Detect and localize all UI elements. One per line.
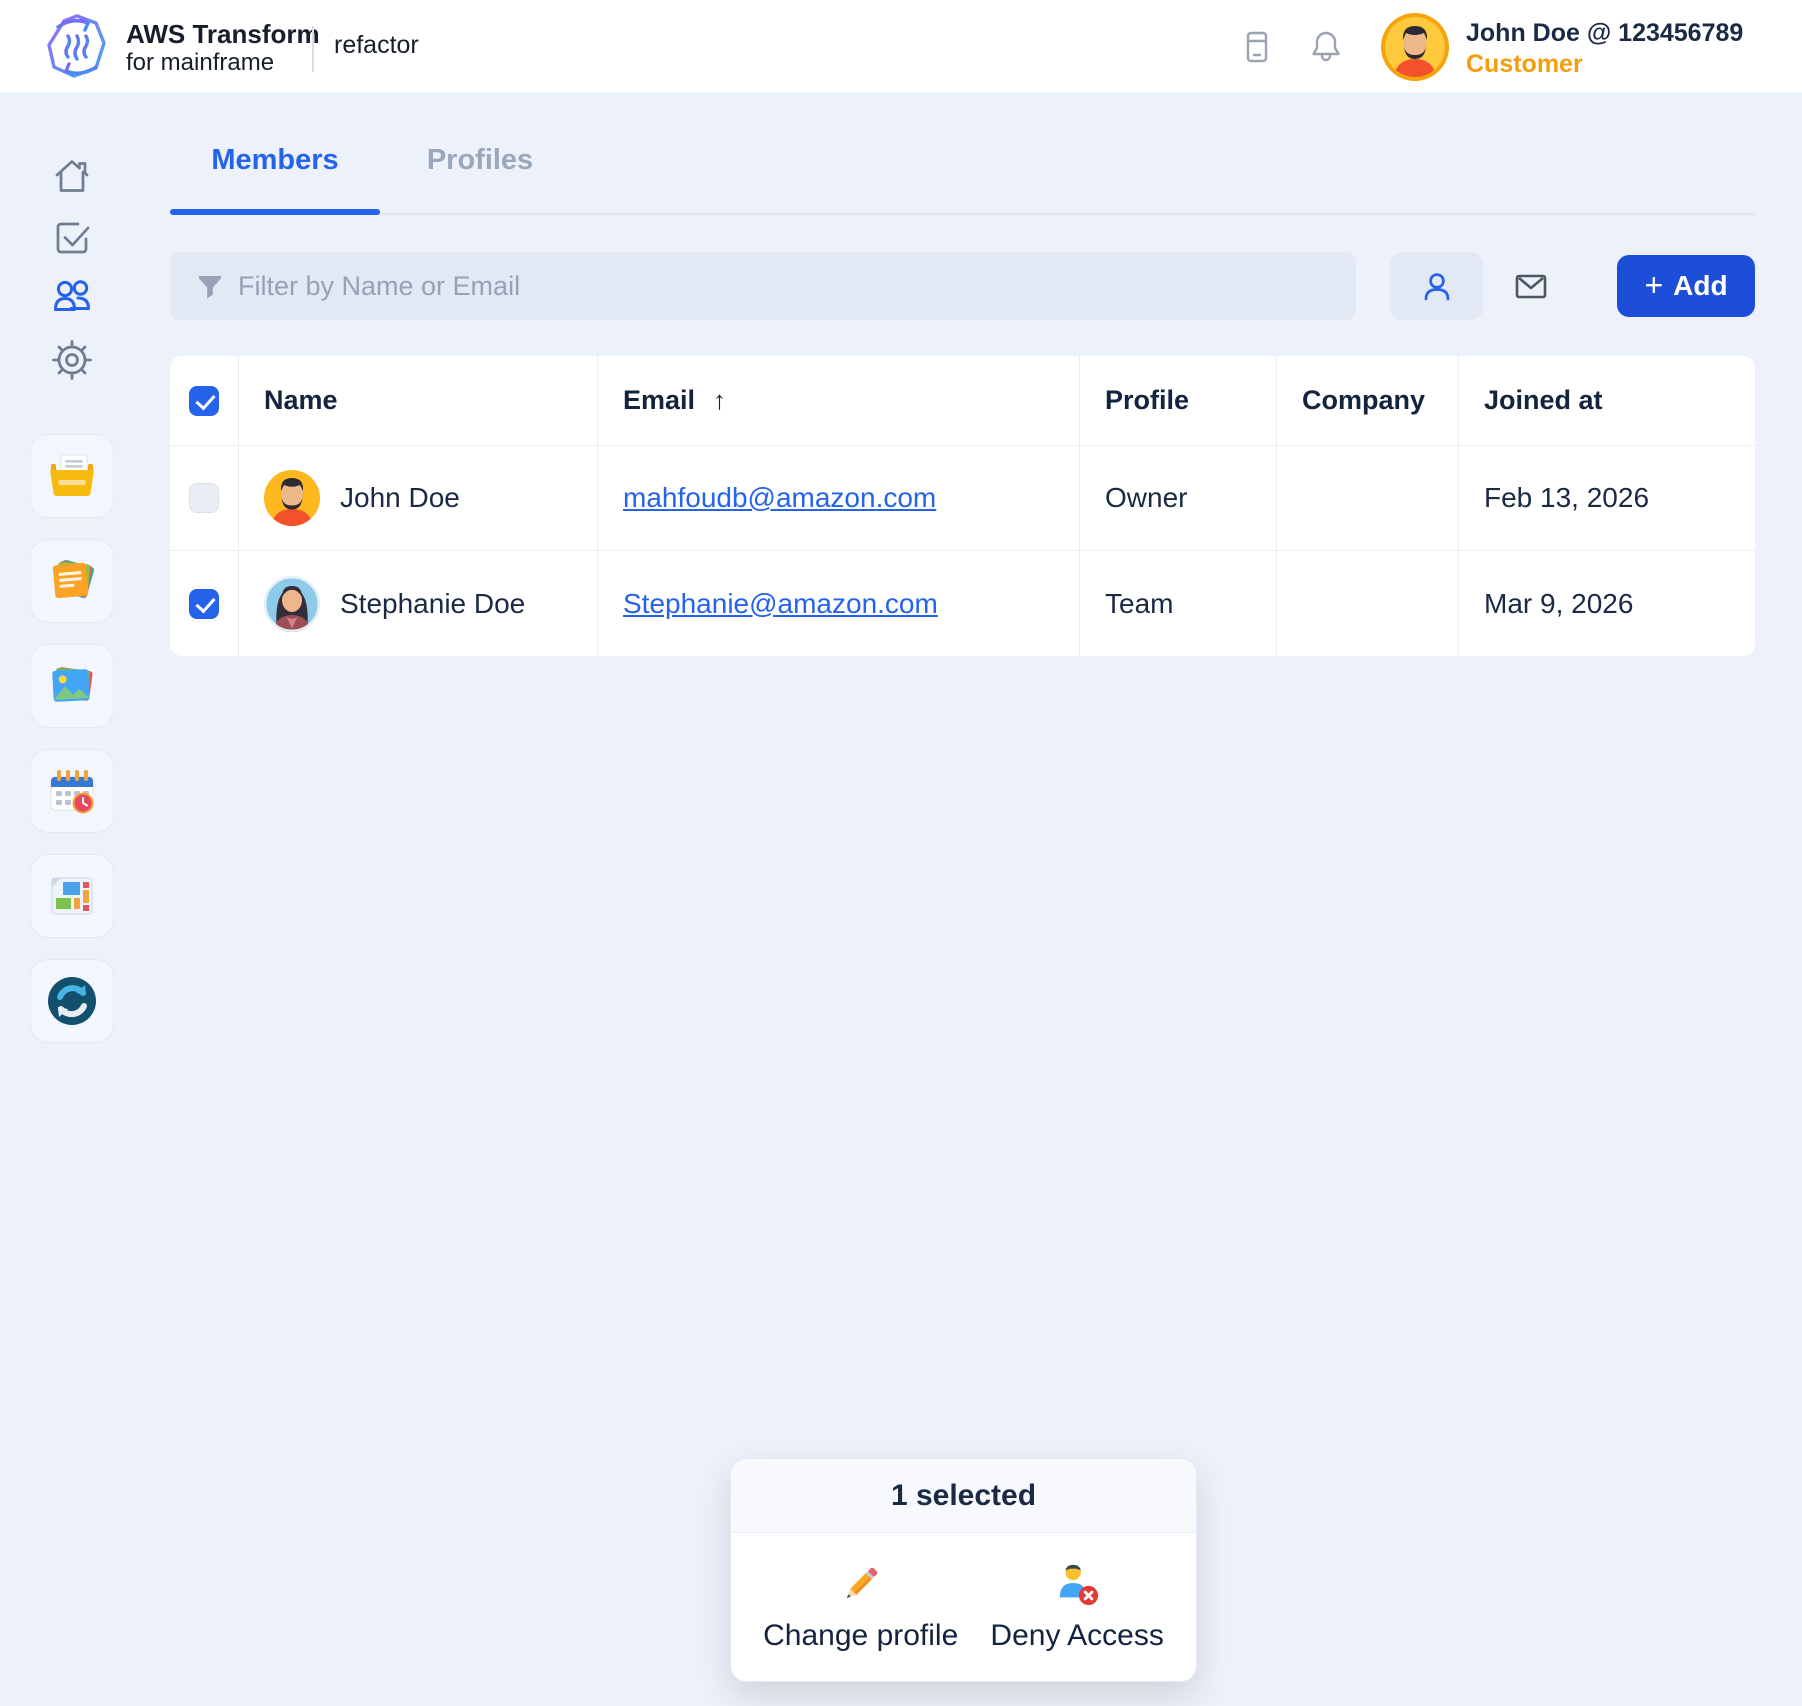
column-header-joined[interactable]: Joined at (1459, 356, 1755, 446)
filter-bar (170, 252, 1356, 320)
tab-members[interactable]: Members (170, 144, 380, 177)
photos-icon (45, 659, 99, 713)
task-check-icon (50, 215, 94, 259)
column-header-name[interactable]: Name (239, 356, 598, 446)
change-profile-label: Change profile (763, 1619, 958, 1653)
member-company (1277, 551, 1459, 656)
active-tab-underline (170, 209, 380, 215)
selection-count: 1 selected (731, 1459, 1196, 1533)
aws-transform-logo-icon (44, 13, 110, 81)
gear-icon (50, 338, 94, 382)
sync-icon (45, 974, 99, 1028)
member-company (1277, 446, 1459, 551)
shortcut-documents[interactable] (30, 434, 114, 518)
shortcut-mosaic[interactable] (30, 854, 114, 938)
shortcut-notes[interactable] (30, 539, 114, 623)
member-profile: Team (1080, 551, 1277, 656)
filter-funnel-icon (196, 272, 224, 300)
member-email-link[interactable]: Stephanie@amazon.com (623, 588, 938, 620)
selection-panel: 1 selected Change profile (730, 1458, 1197, 1682)
deny-access-button[interactable]: Deny Access (990, 1561, 1163, 1653)
man-avatar (264, 470, 320, 526)
user-avatar[interactable] (1379, 11, 1451, 83)
top-header: AWS Transform for mainframe refactor (0, 0, 1802, 92)
sidebar-item-members[interactable] (50, 276, 94, 320)
context-label: refactor (334, 31, 419, 60)
column-header-profile[interactable]: Profile (1080, 356, 1277, 446)
user-filter-button[interactable] (1390, 252, 1483, 320)
tabs-divider (170, 213, 1755, 215)
member-joined: Mar 9, 2026 (1459, 551, 1755, 656)
table-row: Stephanie Doe Stephanie@amazon.com Team … (170, 551, 1755, 656)
brand-title: AWS Transform (126, 19, 320, 49)
sticky-notes-icon (45, 554, 99, 608)
bell-icon[interactable] (1308, 28, 1344, 64)
member-name: John Doe (340, 482, 460, 514)
brand-subtitle: for mainframe (126, 49, 320, 77)
member-name: Stephanie Doe (340, 588, 525, 620)
folder-documents-icon (45, 449, 99, 503)
members-icon (50, 276, 94, 320)
shortcut-calendar[interactable] (30, 749, 114, 833)
sidebar-item-settings[interactable] (50, 338, 94, 382)
user-info: John Doe @ 123456789 Customer (1466, 18, 1743, 80)
app-root: AWS Transform for mainframe refactor (0, 0, 1802, 1706)
docs-icon[interactable] (1240, 30, 1274, 64)
user-role-badge: Customer (1466, 48, 1743, 80)
column-header-email[interactable]: Email ↑ (598, 356, 1080, 446)
member-email-link[interactable]: mahfoudb@amazon.com (623, 482, 936, 514)
add-button-label: Add (1673, 270, 1727, 302)
table-row: John Doe mahfoudb@amazon.com Owner Feb 1… (170, 446, 1755, 551)
woman-avatar (264, 576, 320, 632)
calendar-clock-icon (45, 764, 99, 818)
sidebar-item-home[interactable] (50, 154, 94, 198)
member-profile: Owner (1080, 446, 1277, 551)
sort-ascending-icon[interactable]: ↑ (713, 385, 726, 416)
mail-button[interactable] (1510, 265, 1552, 307)
filter-input[interactable] (238, 252, 1338, 320)
plus-icon: + (1644, 270, 1663, 300)
shortcut-sync[interactable] (30, 959, 114, 1043)
brand-block: AWS Transform for mainframe (126, 19, 320, 77)
deny-user-icon (1054, 1561, 1100, 1607)
table-header-row: Name Email ↑ Profile Company Joined at (170, 356, 1755, 446)
column-header-company[interactable]: Company (1277, 356, 1459, 446)
tab-profiles[interactable]: Profiles (400, 144, 560, 177)
shortcut-photos[interactable] (30, 644, 114, 728)
user-name: John Doe @ 123456789 (1466, 18, 1743, 48)
row-checkbox[interactable] (189, 589, 219, 619)
member-joined: Feb 13, 2026 (1459, 446, 1755, 551)
home-icon (50, 154, 94, 198)
deny-access-label: Deny Access (990, 1619, 1163, 1653)
add-button[interactable]: + Add (1617, 255, 1755, 317)
members-table: Name Email ↑ Profile Company Joined at (170, 356, 1755, 656)
mail-icon (1510, 265, 1552, 307)
pencil-icon (838, 1561, 884, 1607)
select-all-checkbox[interactable] (189, 386, 219, 416)
sidebar-item-tasks[interactable] (50, 215, 94, 259)
layout-mosaic-icon (45, 869, 99, 923)
change-profile-button[interactable]: Change profile (763, 1561, 958, 1653)
row-checkbox[interactable] (189, 483, 219, 513)
person-icon (1420, 269, 1454, 303)
brand-divider (312, 26, 314, 72)
